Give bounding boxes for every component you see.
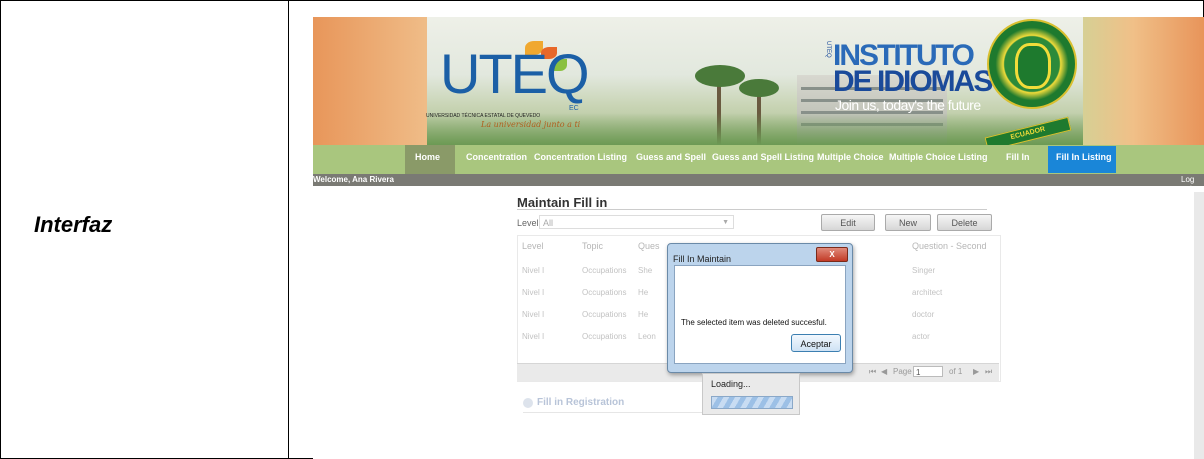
cell-question: Leon — [638, 332, 656, 341]
nav-item-fill-in-listing[interactable]: Fill In Listing — [1056, 152, 1112, 162]
header-banner: UTEQ EC UNIVERSIDAD TÉCNICA ESTATAL DE Q… — [313, 17, 1204, 152]
cell-question-second: doctor — [912, 310, 935, 319]
page-title: Maintain Fill in — [517, 195, 608, 210]
cell-question-second: Singer — [912, 266, 936, 275]
column-header-question-second[interactable]: Question - Second — [912, 241, 987, 251]
fill-in-registration-link[interactable]: Fill in Registration — [537, 397, 624, 408]
dialog-message: The selected item was deleted succesful. — [681, 318, 827, 327]
nav-item-guess-and-spell[interactable]: Guess and Spell — [636, 152, 706, 162]
level-select[interactable]: All ▼ — [539, 215, 734, 229]
nav-item-guess-and-spell-listing[interactable]: Guess and Spell Listing — [712, 152, 814, 162]
nav-item-home[interactable]: Home — [415, 152, 440, 162]
uteq-logo[interactable]: UTEQ — [440, 41, 590, 106]
close-icon[interactable]: X — [816, 247, 848, 262]
column-header-question[interactable]: Ques — [638, 241, 660, 251]
cell-question-second: architect — [912, 288, 943, 297]
title-underline — [517, 209, 987, 210]
main-nav: Home Concentration Concentration Listing… — [313, 145, 1204, 174]
delete-button[interactable]: Delete — [937, 214, 992, 231]
nav-item-concentration-listing[interactable]: Concentration Listing — [534, 152, 627, 162]
institute-title-line2: DE IDIOMAS — [833, 65, 993, 98]
page-label: Page — [893, 367, 912, 376]
cell-question: He — [638, 288, 649, 297]
cell-question: She — [638, 266, 653, 275]
cell-question-second: actor — [912, 332, 930, 341]
cell-level: Nivel I — [522, 288, 545, 297]
accept-button[interactable]: Aceptar — [791, 334, 841, 352]
loading-box: Loading... — [702, 373, 800, 415]
nav-item-concentration[interactable]: Concentration — [466, 152, 527, 162]
new-button[interactable]: New — [885, 214, 931, 231]
loading-text: Loading... — [711, 379, 751, 389]
university-seal-icon — [987, 19, 1077, 109]
cell-topic: Occupations — [582, 288, 627, 297]
cell-level: Nivel I — [522, 332, 545, 341]
fill-in-maintain-dialog: Fill In Maintain X The selected item was… — [667, 243, 853, 373]
cell-question: He — [638, 310, 649, 319]
registration-divider — [523, 412, 723, 413]
edit-button[interactable]: Edit — [821, 214, 875, 231]
uteq-logo-subtitle: UNIVERSIDAD TÉCNICA ESTATAL DE QUEVEDO — [426, 113, 541, 119]
uteq-motto: La universidad junto a ti — [481, 120, 581, 129]
institute-tagline: Join us, today's the future — [835, 97, 981, 113]
uteq-logo-ec: EC — [569, 105, 579, 112]
chevron-down-icon[interactable]: ▼ — [722, 216, 729, 230]
nav-item-multiple-choice-listing[interactable]: Multiple Choice Listing — [889, 152, 988, 162]
page-total: of 1 — [949, 367, 963, 376]
level-select-value: All — [543, 218, 554, 228]
page-scrollbar[interactable] — [1194, 192, 1204, 459]
welcome-bar — [313, 174, 1204, 186]
nav-item-fill-in[interactable]: Fill In — [1006, 152, 1030, 162]
last-page-icon[interactable]: ⏭ — [985, 367, 992, 377]
nav-item-multiple-choice[interactable]: Multiple Choice — [817, 152, 884, 162]
column-divider — [288, 0, 289, 459]
loading-progress-bar — [711, 396, 793, 409]
cell-topic: Occupations — [582, 310, 627, 319]
prev-page-icon[interactable]: ◀ — [881, 367, 887, 376]
dialog-body: The selected item was deleted succesful.… — [674, 265, 846, 364]
first-page-icon[interactable]: ⏮ — [869, 367, 876, 377]
cell-topic: Occupations — [582, 332, 627, 341]
logout-link[interactable]: Log out — [1181, 175, 1204, 193]
column-header-level[interactable]: Level — [522, 241, 544, 251]
cell-topic: Occupations — [582, 266, 627, 275]
cell-level: Nivel I — [522, 310, 545, 319]
page-input[interactable]: 1 — [913, 366, 943, 377]
level-label: Level: — [517, 218, 542, 228]
add-icon[interactable] — [523, 398, 533, 408]
dialog-title: Fill In Maintain — [673, 254, 732, 264]
next-page-icon[interactable]: ▶ — [973, 367, 979, 376]
cell-level: Nivel I — [522, 266, 545, 275]
row-label: Interfaz — [34, 212, 113, 237]
column-header-topic[interactable]: Topic — [582, 241, 603, 251]
welcome-text: Welcome, Ana Rivera — [313, 175, 394, 184]
app-screenshot: UTEQ EC UNIVERSIDAD TÉCNICA ESTATAL DE Q… — [313, 17, 1204, 459]
institute-prefix: UTEQ — [825, 41, 831, 58]
